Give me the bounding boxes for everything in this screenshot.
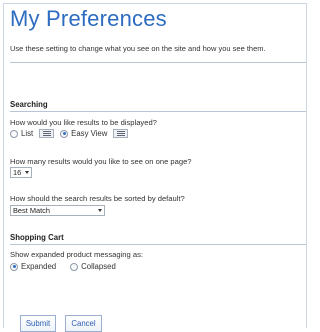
top-divider bbox=[10, 62, 306, 63]
per-page-value: 16 bbox=[13, 168, 22, 177]
messaging-options: Expanded Collapsed bbox=[10, 262, 118, 271]
list-view-radio[interactable] bbox=[10, 129, 18, 138]
sort-select[interactable]: Best Match bbox=[10, 205, 105, 216]
per-page-select[interactable]: 16 bbox=[10, 167, 32, 178]
collapsed-label[interactable]: Collapsed bbox=[81, 262, 116, 271]
easy-view-radio[interactable] bbox=[60, 129, 69, 138]
messaging-question: Show expanded product messaging as: bbox=[10, 250, 143, 259]
searching-section-title: Searching bbox=[10, 100, 48, 109]
shopping-cart-section-title: Shopping Cart bbox=[10, 233, 64, 242]
cancel-button[interactable]: Cancel bbox=[65, 315, 102, 332]
list-view-icon[interactable] bbox=[39, 129, 55, 138]
expanded-label[interactable]: Expanded bbox=[21, 262, 56, 271]
searching-divider bbox=[10, 111, 306, 112]
page-title: My Preferences bbox=[10, 6, 167, 31]
easy-view-label[interactable]: Easy View bbox=[71, 129, 107, 138]
shopping-cart-divider bbox=[10, 244, 306, 245]
per-page-chevron-down-icon bbox=[25, 171, 29, 174]
expanded-radio[interactable] bbox=[10, 262, 18, 271]
submit-button[interactable]: Submit bbox=[20, 315, 56, 332]
sort-chevron-down-icon bbox=[98, 209, 102, 212]
collapsed-radio[interactable] bbox=[70, 262, 79, 271]
list-view-label[interactable]: List bbox=[21, 129, 33, 138]
display-question: How would you like results to be display… bbox=[10, 118, 157, 127]
per-page-question: How many results would you like to see o… bbox=[10, 157, 192, 166]
preferences-panel: My Preferences Use these setting to chan… bbox=[3, 3, 307, 332]
sort-value: Best Match bbox=[13, 206, 50, 215]
page-intro: Use these setting to change what you see… bbox=[10, 44, 266, 53]
display-options: List Easy View bbox=[10, 129, 134, 138]
easy-view-icon[interactable] bbox=[113, 129, 129, 138]
sort-question: How should the search results be sorted … bbox=[10, 194, 185, 203]
